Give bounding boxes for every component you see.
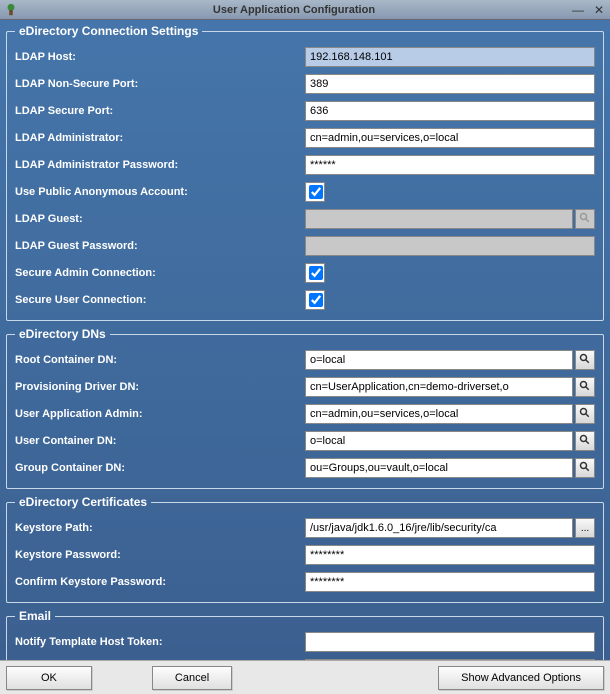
group-container-input[interactable] bbox=[305, 458, 573, 478]
ldap-host-input[interactable] bbox=[305, 47, 595, 67]
ellipsis-icon: ... bbox=[581, 523, 589, 534]
ldap-host-label: LDAP Host: bbox=[15, 51, 305, 63]
user-container-label: User Container DN: bbox=[15, 435, 305, 447]
group-container-label: Group Container DN: bbox=[15, 462, 305, 474]
section-connection: eDirectory Connection Settings LDAP Host… bbox=[6, 24, 604, 321]
ok-button[interactable]: OK bbox=[6, 666, 92, 690]
anon-checkbox[interactable] bbox=[309, 185, 323, 199]
keystore-pw-confirm-input[interactable] bbox=[305, 572, 595, 592]
prov-dn-label: Provisioning Driver DN: bbox=[15, 381, 305, 393]
minimize-icon[interactable]: — bbox=[570, 3, 586, 17]
root-dn-label: Root Container DN: bbox=[15, 354, 305, 366]
ldap-admin-label: LDAP Administrator: bbox=[15, 132, 305, 144]
ldap-admin-pw-label: LDAP Administrator Password: bbox=[15, 159, 305, 171]
search-icon bbox=[579, 353, 591, 368]
ldap-guest-pw-input bbox=[305, 236, 595, 256]
titlebar: User Application Configuration — ✕ bbox=[0, 0, 610, 20]
prov-dn-lookup-button[interactable] bbox=[575, 377, 595, 397]
secure-port-label: LDAP Secure Port: bbox=[15, 105, 305, 117]
button-bar: OK Cancel Show Advanced Options bbox=[0, 660, 610, 694]
keystore-pw-label: Keystore Password: bbox=[15, 549, 305, 561]
user-container-input[interactable] bbox=[305, 431, 573, 451]
secure-admin-label: Secure Admin Connection: bbox=[15, 267, 305, 279]
prov-dn-input[interactable] bbox=[305, 377, 573, 397]
ua-admin-label: User Application Admin: bbox=[15, 408, 305, 420]
notify-port-input[interactable] bbox=[305, 659, 595, 660]
section-connection-legend: eDirectory Connection Settings bbox=[15, 24, 202, 38]
cancel-button[interactable]: Cancel bbox=[152, 666, 232, 690]
secure-user-checkbox[interactable] bbox=[309, 293, 323, 307]
root-dn-input[interactable] bbox=[305, 350, 573, 370]
search-icon bbox=[579, 212, 591, 227]
window-title: User Application Configuration bbox=[18, 4, 570, 16]
ua-admin-input[interactable] bbox=[305, 404, 573, 424]
app-icon bbox=[4, 3, 18, 17]
ldap-guest-lookup-button bbox=[575, 209, 595, 229]
nonsecure-port-input[interactable] bbox=[305, 74, 595, 94]
section-dns: eDirectory DNs Root Container DN: Provis… bbox=[6, 327, 604, 489]
ldap-guest-pw-label: LDAP Guest Password: bbox=[15, 240, 305, 252]
secure-admin-checkbox[interactable] bbox=[309, 266, 323, 280]
secure-user-label: Secure User Connection: bbox=[15, 294, 305, 306]
content-pane: eDirectory Connection Settings LDAP Host… bbox=[0, 20, 610, 660]
section-email: Email Notify Template Host Token: Notify… bbox=[6, 609, 604, 660]
show-advanced-button[interactable]: Show Advanced Options bbox=[438, 666, 604, 690]
search-icon bbox=[579, 461, 591, 476]
keystore-pw-confirm-label: Confirm Keystore Password: bbox=[15, 576, 305, 588]
section-certificates: eDirectory Certificates Keystore Path: .… bbox=[6, 495, 604, 603]
group-container-lookup-button[interactable] bbox=[575, 458, 595, 478]
section-certificates-legend: eDirectory Certificates bbox=[15, 495, 151, 509]
search-icon bbox=[579, 380, 591, 395]
section-email-legend: Email bbox=[15, 609, 55, 623]
search-icon bbox=[579, 434, 591, 449]
secure-port-input[interactable] bbox=[305, 101, 595, 121]
anon-label: Use Public Anonymous Account: bbox=[15, 186, 305, 198]
nonsecure-port-label: LDAP Non-Secure Port: bbox=[15, 78, 305, 90]
ldap-admin-pw-input[interactable] bbox=[305, 155, 595, 175]
close-icon[interactable]: ✕ bbox=[592, 3, 606, 17]
ldap-guest-input bbox=[305, 209, 573, 229]
notify-host-label: Notify Template Host Token: bbox=[15, 636, 305, 648]
section-dns-legend: eDirectory DNs bbox=[15, 327, 110, 341]
search-icon bbox=[579, 407, 591, 422]
keystore-pw-input[interactable] bbox=[305, 545, 595, 565]
keystore-path-browse-button[interactable]: ... bbox=[575, 518, 595, 538]
keystore-path-input[interactable] bbox=[305, 518, 573, 538]
ua-admin-lookup-button[interactable] bbox=[575, 404, 595, 424]
ldap-guest-label: LDAP Guest: bbox=[15, 213, 305, 225]
ldap-admin-input[interactable] bbox=[305, 128, 595, 148]
root-dn-lookup-button[interactable] bbox=[575, 350, 595, 370]
keystore-path-label: Keystore Path: bbox=[15, 522, 305, 534]
notify-host-input[interactable] bbox=[305, 632, 595, 652]
user-container-lookup-button[interactable] bbox=[575, 431, 595, 451]
